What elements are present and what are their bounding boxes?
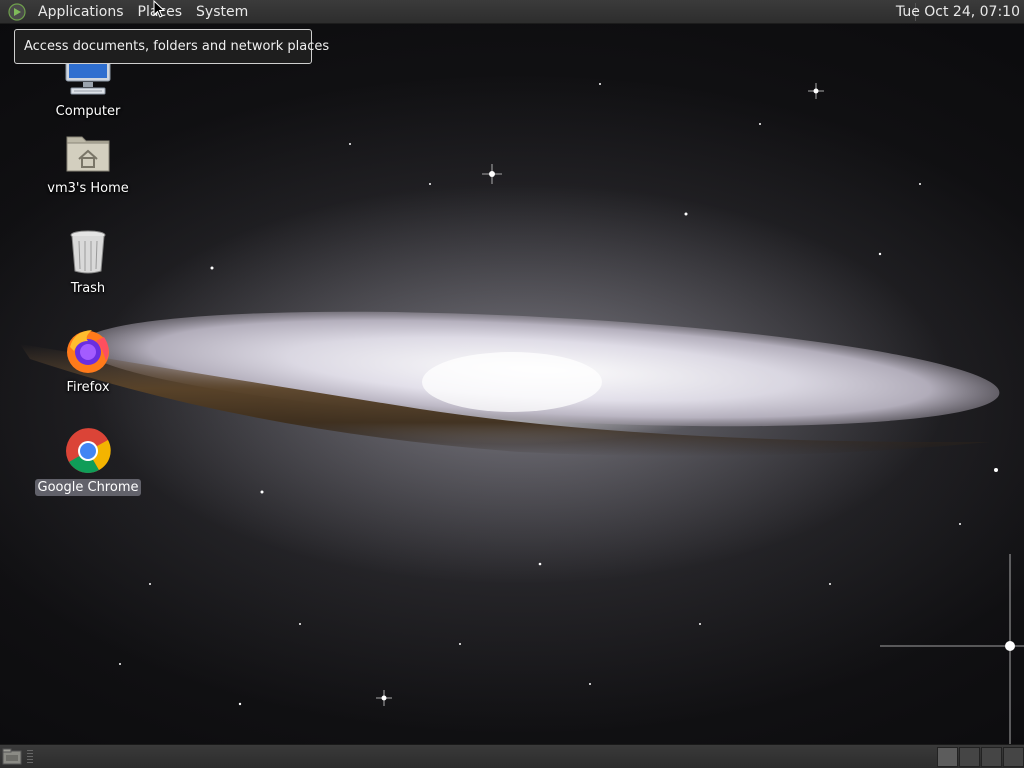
home-folder-icon (63, 127, 113, 177)
places-tooltip: Access documents, folders and network pl… (14, 29, 329, 64)
desktop-icon-label: Trash (70, 281, 106, 296)
desktop-icon-google-chrome[interactable]: Google Chrome (33, 426, 143, 496)
clock[interactable]: Tue Oct 24, 07:10 (890, 0, 1020, 24)
chrome-icon (63, 426, 113, 476)
show-desktop-icon[interactable] (2, 748, 22, 766)
workspace-3[interactable] (981, 747, 1002, 767)
desktop-icon-firefox[interactable]: Firefox (33, 326, 143, 396)
galaxy-image (20, 83, 1024, 744)
desktop-icon-label: vm3's Home (47, 181, 129, 196)
system-menu[interactable]: System (189, 0, 255, 24)
desktop-icon-label: Google Chrome (34, 479, 142, 496)
trash-icon (63, 227, 113, 277)
desktop-icon-label: Firefox (66, 380, 110, 395)
bottom-panel (0, 744, 1024, 768)
workspace-4[interactable] (1003, 747, 1024, 767)
panel-drag-handle[interactable] (27, 750, 33, 764)
firefox-icon (63, 326, 113, 376)
applications-menu[interactable]: Applications (31, 0, 131, 24)
mouse-cursor-icon (153, 0, 165, 18)
desktop-icon-trash[interactable]: Trash (33, 227, 143, 297)
desktop-icon-home[interactable]: vm3's Home (33, 127, 143, 197)
workspace-2[interactable] (959, 747, 980, 767)
desktop-icon-label: Computer (55, 104, 121, 119)
distro-logo-icon[interactable] (7, 2, 27, 22)
workspace-1[interactable] (937, 747, 958, 767)
desktop-wallpaper (0, 24, 1024, 744)
